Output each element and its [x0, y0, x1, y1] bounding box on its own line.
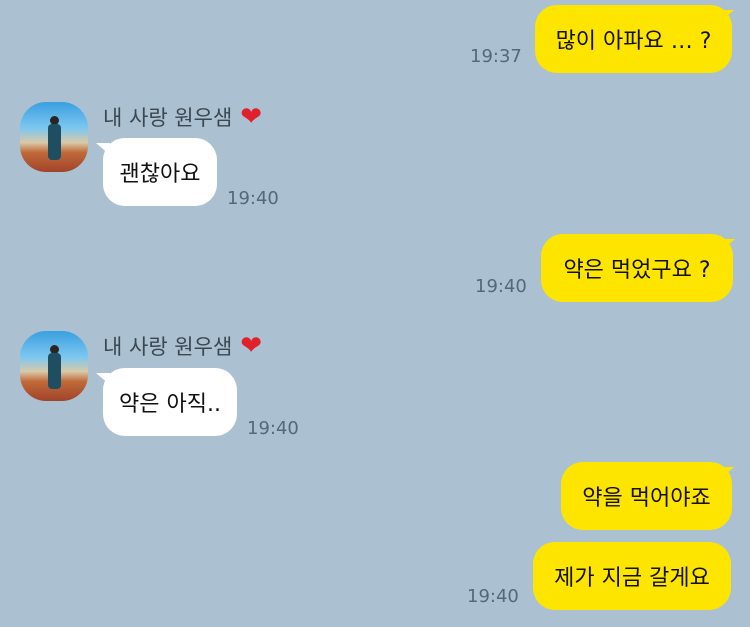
message-text: 약은 먹었구요 ? [563, 258, 711, 283]
my-message-bubble[interactable]: 제가 지금 갈게요 [533, 542, 731, 610]
avatar-figure-body [48, 353, 61, 389]
my-message-bubble[interactable]: 약은 먹었구요 ? [541, 234, 733, 302]
heart-icon: ❤ [240, 331, 263, 361]
message-time: 19:40 [467, 586, 519, 607]
message-time: 19:37 [470, 46, 522, 67]
my-message-bubble[interactable]: 약을 먹어야죠 [561, 462, 732, 530]
message-text: 약은 아직.. [119, 392, 221, 417]
sender-name-text: 내 사랑 원우샘 [103, 106, 233, 130]
bubble-tail [720, 10, 734, 22]
message-text: 괜찮아요 [119, 162, 201, 187]
avatar[interactable] [20, 102, 88, 172]
message-text: 제가 지금 갈게요 [554, 566, 710, 591]
my-message-bubble[interactable]: 많이 아파요 … ? [535, 5, 732, 73]
their-message-bubble[interactable]: 약은 아직.. [103, 368, 237, 436]
bubble-tail [721, 239, 735, 251]
message-time: 19:40 [475, 276, 527, 297]
message-text: 약을 먹어야죠 [582, 486, 711, 511]
bubble-tail [720, 467, 734, 479]
message-time: 19:40 [247, 418, 299, 439]
message-text: 많이 아파요 … ? [555, 29, 712, 54]
avatar[interactable] [20, 331, 88, 401]
avatar-figure-body [48, 124, 61, 160]
sender-name: 내 사랑 원우샘 ❤ [103, 102, 262, 132]
sender-name: 내 사랑 원우샘 ❤ [103, 331, 262, 361]
sender-name-text: 내 사랑 원우샘 [103, 335, 233, 359]
message-time: 19:40 [227, 188, 279, 209]
their-message-bubble[interactable]: 괜찮아요 [103, 138, 217, 206]
heart-icon: ❤ [240, 102, 263, 132]
